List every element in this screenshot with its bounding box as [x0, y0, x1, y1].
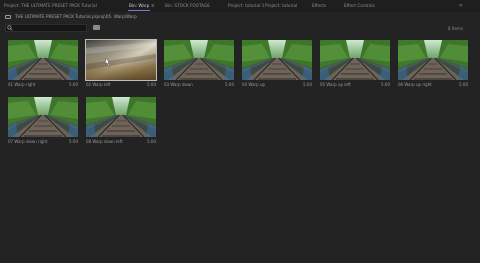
clip-tile[interactable]: 06 Warp up right 5:00	[398, 40, 468, 93]
clip-name[interactable]: 06 Warp up right	[398, 82, 432, 87]
bin-folder-icon	[5, 15, 11, 19]
clip-duration: 5:00	[69, 139, 78, 144]
panel-menu-icon[interactable]: ≡	[151, 3, 155, 8]
clip-name[interactable]: 01 Warp right	[8, 82, 35, 87]
bin-path: THE ULTIMATE PRESET PACK Tutorial.prproj…	[15, 14, 137, 19]
clip-thumbnail[interactable]	[8, 97, 78, 137]
clip-thumbnail[interactable]	[242, 40, 312, 80]
clip-name[interactable]: 04 Warp up	[242, 82, 265, 87]
clip-thumbnail[interactable]	[8, 40, 78, 80]
clip-duration: 5:00	[381, 82, 390, 87]
clip-tile[interactable]: 07 Warp down right 5:00	[8, 97, 78, 150]
clip-name[interactable]: 03 Warp down	[164, 82, 193, 87]
tabs-overflow-icon[interactable]: »	[459, 2, 463, 9]
tab-bin-warp[interactable]: Bin: Warp	[129, 3, 149, 8]
search-icon	[7, 25, 13, 31]
clip-duration: 5:00	[147, 139, 156, 144]
clip-name[interactable]: 02 Warp left	[86, 82, 110, 87]
clip-duration: 5:00	[147, 82, 156, 87]
clip-tile[interactable]: 01 Warp right 5:00	[8, 40, 78, 93]
clip-duration: 5:00	[225, 82, 234, 87]
panel-tab-bar: Project: THE ULTIMATE PRESET PACK Tutori…	[0, 0, 480, 12]
clip-tile[interactable]: 03 Warp down 5:00	[164, 40, 234, 93]
search-input[interactable]	[5, 24, 87, 32]
clip-thumbnail[interactable]	[320, 40, 390, 80]
tab-project-tutorial[interactable]: Project: tutorial	[265, 3, 297, 8]
active-tab-indicator	[128, 10, 150, 11]
clip-tile[interactable]: 05 Warp up left 5:00	[320, 40, 390, 93]
clip-name[interactable]: 08 Warp down left	[86, 139, 123, 144]
clip-thumbnail[interactable]	[164, 40, 234, 80]
tab-project-ultimate-preset-pack[interactable]: Project: THE ULTIMATE PRESET PACK Tutori…	[4, 3, 97, 8]
tab-project-tutorial-1[interactable]: Project: tutorial-1	[228, 3, 264, 8]
clip-tile[interactable]: 02 Warp left 5:00	[85, 39, 157, 93]
tab-effect-controls[interactable]: Effect Controls	[344, 3, 375, 8]
clip-tile[interactable]: 04 Warp up 5:00	[242, 40, 312, 93]
item-count: 8 Items	[448, 26, 464, 31]
clip-thumbnail[interactable]	[398, 40, 468, 80]
tab-bin-stock-footage[interactable]: Bin: STOCK FOOTAGE	[165, 3, 210, 8]
clip-duration: 5:00	[303, 82, 312, 87]
clip-thumbnail[interactable]	[85, 39, 157, 81]
clip-name[interactable]: 07 Warp down right	[8, 139, 47, 144]
clip-thumbnail[interactable]	[86, 97, 156, 137]
clip-name[interactable]: 05 Warp up left	[320, 82, 351, 87]
clip-duration: 5:00	[459, 82, 468, 87]
clip-tile[interactable]: 08 Warp down left 5:00	[86, 97, 156, 150]
tab-effects[interactable]: Effects	[312, 3, 326, 8]
new-bin-icon[interactable]	[93, 25, 100, 30]
clip-duration: 5:00	[69, 82, 78, 87]
